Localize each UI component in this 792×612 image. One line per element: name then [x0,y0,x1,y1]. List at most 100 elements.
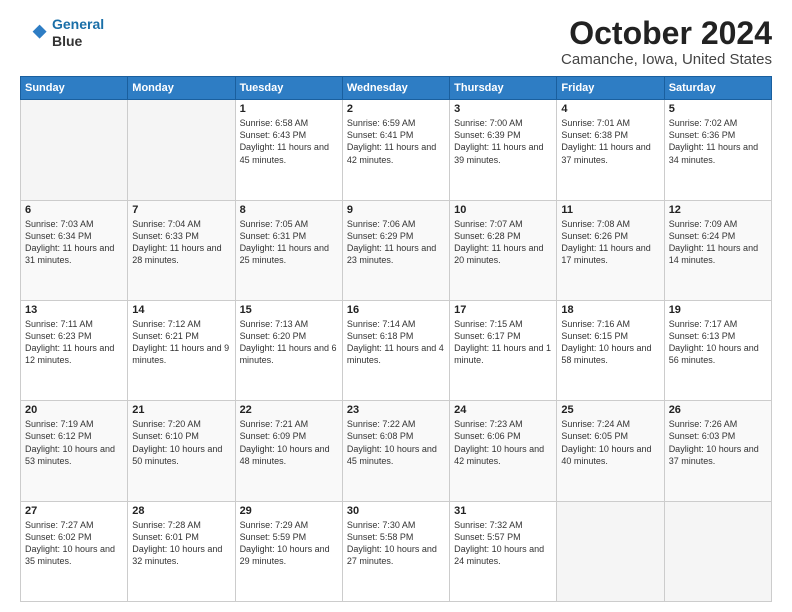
day-info: Sunrise: 7:32 AM Sunset: 5:57 PM Dayligh… [454,519,552,568]
day-info: Sunrise: 7:24 AM Sunset: 6:05 PM Dayligh… [561,418,659,467]
calendar-cell: 28 Sunrise: 7:28 AM Sunset: 6:01 PM Dayli… [128,501,235,601]
day-number: 9 [347,204,445,216]
calendar-cell: 29 Sunrise: 7:29 AM Sunset: 5:59 PM Dayli… [235,501,342,601]
calendar-cell: 16Sunrise: 7:14 AM Sunset: 6:18 PM Dayli… [342,300,449,400]
day-number: 28 [132,505,230,517]
day-number: 24 [454,404,552,416]
calendar-cell: 5Sunrise: 7:02 AM Sunset: 6:36 PM Daylig… [664,100,771,200]
logo-line2: Blue [52,33,104,50]
day-info: Sunrise: 7:00 AM Sunset: 6:39 PM Dayligh… [454,117,552,166]
calendar-cell: 25 Sunrise: 7:24 AM Sunset: 6:05 PM Dayli… [557,401,664,501]
week-row-2: 6Sunrise: 7:03 AM Sunset: 6:34 PM Daylig… [21,200,772,300]
day-number: 29 [240,505,338,517]
day-number: 25 [561,404,659,416]
day-info: Sunrise: 7:28 AM Sunset: 6:01 PM Dayligh… [132,519,230,568]
day-info: Sunrise: 7:12 AM Sunset: 6:21 PM Dayligh… [132,318,230,367]
calendar-cell [557,501,664,601]
calendar-cell [128,100,235,200]
day-info: Sunrise: 7:22 AM Sunset: 6:08 PM Dayligh… [347,418,445,467]
week-row-4: 20 Sunrise: 7:19 AM Sunset: 6:12 PM Dayli… [21,401,772,501]
calendar-cell: 6Sunrise: 7:03 AM Sunset: 6:34 PM Daylig… [21,200,128,300]
day-number: 26 [669,404,767,416]
weekday-header-tuesday: Tuesday [235,77,342,100]
day-number: 3 [454,103,552,115]
calendar-cell: 18 Sunrise: 7:16 AM Sunset: 6:15 PM Dayli… [557,300,664,400]
day-number: 14 [132,304,230,316]
day-info: Sunrise: 7:29 AM Sunset: 5:59 PM Dayligh… [240,519,338,568]
day-number: 19 [669,304,767,316]
day-info: Sunrise: 7:06 AM Sunset: 6:29 PM Dayligh… [347,218,445,267]
day-number: 10 [454,204,552,216]
calendar-cell: 12Sunrise: 7:09 AM Sunset: 6:24 PM Dayli… [664,200,771,300]
day-info: Sunrise: 7:17 AM Sunset: 6:13 PM Dayligh… [669,318,767,367]
day-number: 11 [561,204,659,216]
calendar-cell: 31Sunrise: 7:32 AM Sunset: 5:57 PM Dayli… [450,501,557,601]
day-info: Sunrise: 7:01 AM Sunset: 6:38 PM Dayligh… [561,117,659,166]
calendar-cell: 1Sunrise: 6:58 AM Sunset: 6:43 PM Daylig… [235,100,342,200]
calendar-table: SundayMondayTuesdayWednesdayThursdayFrid… [20,76,772,602]
calendar-cell: 17 Sunrise: 7:15 AM Sunset: 6:17 PM Dayli… [450,300,557,400]
day-info: Sunrise: 7:15 AM Sunset: 6:17 PM Dayligh… [454,318,552,367]
calendar-cell: 21Sunrise: 7:20 AM Sunset: 6:10 PM Dayli… [128,401,235,501]
calendar-cell [664,501,771,601]
logo-icon [20,19,48,47]
day-info: Sunrise: 7:21 AM Sunset: 6:09 PM Dayligh… [240,418,338,467]
weekday-header-friday: Friday [557,77,664,100]
calendar-cell: 24 Sunrise: 7:23 AM Sunset: 6:06 PM Dayli… [450,401,557,501]
day-info: Sunrise: 7:08 AM Sunset: 6:26 PM Dayligh… [561,218,659,267]
calendar-cell: 10 Sunrise: 7:07 AM Sunset: 6:28 PM Dayli… [450,200,557,300]
day-info: Sunrise: 7:23 AM Sunset: 6:06 PM Dayligh… [454,418,552,467]
weekday-header-thursday: Thursday [450,77,557,100]
weekday-header-saturday: Saturday [664,77,771,100]
calendar-cell: 2 Sunrise: 6:59 AM Sunset: 6:41 PM Daylig… [342,100,449,200]
calendar-cell [21,100,128,200]
logo-text: General Blue [52,16,104,50]
calendar-title: October 2024 [561,16,772,51]
day-number: 6 [25,204,123,216]
day-number: 27 [25,505,123,517]
day-number: 2 [347,103,445,115]
calendar-cell: 15 Sunrise: 7:13 AM Sunset: 6:20 PM Dayli… [235,300,342,400]
day-number: 13 [25,304,123,316]
calendar-cell: 7Sunrise: 7:04 AM Sunset: 6:33 PM Daylig… [128,200,235,300]
day-info: Sunrise: 7:11 AM Sunset: 6:23 PM Dayligh… [25,318,123,367]
day-number: 5 [669,103,767,115]
page: General Blue October 2024 Camanche, Iowa… [0,0,792,612]
calendar-cell: 9 Sunrise: 7:06 AM Sunset: 6:29 PM Daylig… [342,200,449,300]
calendar-cell: 13 Sunrise: 7:11 AM Sunset: 6:23 PM Dayli… [21,300,128,400]
logo: General Blue [20,16,104,50]
calendar-cell: 22 Sunrise: 7:21 AM Sunset: 6:09 PM Dayli… [235,401,342,501]
weekday-header-monday: Monday [128,77,235,100]
day-info: Sunrise: 7:16 AM Sunset: 6:15 PM Dayligh… [561,318,659,367]
day-number: 21 [132,404,230,416]
calendar-cell: 19 Sunrise: 7:17 AM Sunset: 6:13 PM Dayli… [664,300,771,400]
day-number: 22 [240,404,338,416]
day-number: 23 [347,404,445,416]
day-info: Sunrise: 7:13 AM Sunset: 6:20 PM Dayligh… [240,318,338,367]
weekday-header-row: SundayMondayTuesdayWednesdayThursdayFrid… [21,77,772,100]
day-number: 15 [240,304,338,316]
calendar-cell: 11 Sunrise: 7:08 AM Sunset: 6:26 PM Dayli… [557,200,664,300]
calendar-cell: 8 Sunrise: 7:05 AM Sunset: 6:31 PM Daylig… [235,200,342,300]
title-block: October 2024 Camanche, Iowa, United Stat… [561,16,772,68]
day-info: Sunrise: 6:58 AM Sunset: 6:43 PM Dayligh… [240,117,338,166]
logo-line1: General [52,16,104,32]
calendar-cell: 23 Sunrise: 7:22 AM Sunset: 6:08 PM Dayli… [342,401,449,501]
day-info: Sunrise: 7:05 AM Sunset: 6:31 PM Dayligh… [240,218,338,267]
day-info: Sunrise: 7:07 AM Sunset: 6:28 PM Dayligh… [454,218,552,267]
calendar-cell: 14 Sunrise: 7:12 AM Sunset: 6:21 PM Dayli… [128,300,235,400]
day-number: 8 [240,204,338,216]
day-number: 17 [454,304,552,316]
day-info: Sunrise: 6:59 AM Sunset: 6:41 PM Dayligh… [347,117,445,166]
day-info: Sunrise: 7:26 AM Sunset: 6:03 PM Dayligh… [669,418,767,467]
day-info: Sunrise: 7:19 AM Sunset: 6:12 PM Dayligh… [25,418,123,467]
day-number: 7 [132,204,230,216]
calendar-cell: 30Sunrise: 7:30 AM Sunset: 5:58 PM Dayli… [342,501,449,601]
day-info: Sunrise: 7:27 AM Sunset: 6:02 PM Dayligh… [25,519,123,568]
day-number: 20 [25,404,123,416]
day-info: Sunrise: 7:09 AM Sunset: 6:24 PM Dayligh… [669,218,767,267]
calendar-cell: 4Sunrise: 7:01 AM Sunset: 6:38 PM Daylig… [557,100,664,200]
calendar-subtitle: Camanche, Iowa, United States [561,51,772,68]
weekday-header-sunday: Sunday [21,77,128,100]
day-number: 18 [561,304,659,316]
